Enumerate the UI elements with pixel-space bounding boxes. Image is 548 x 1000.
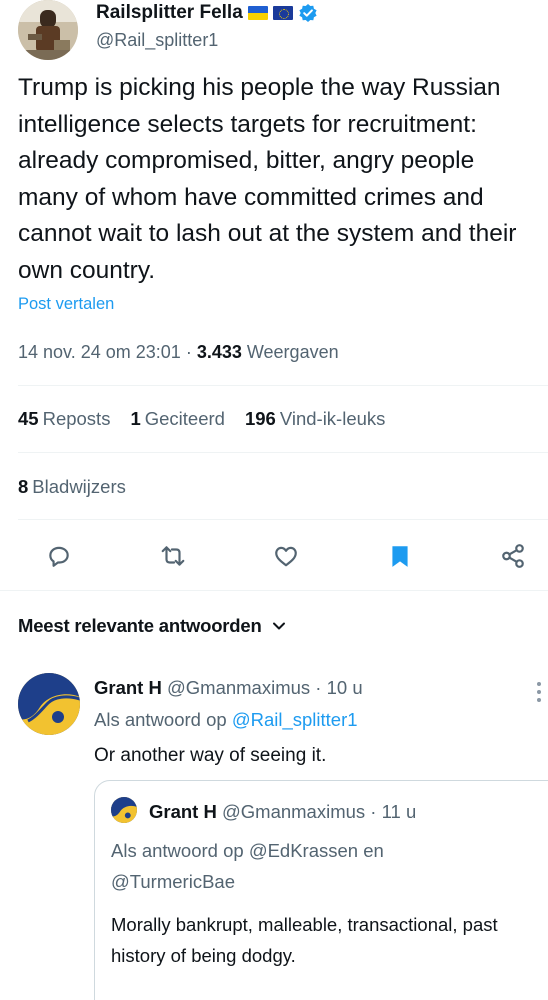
repost-button[interactable]: [157, 540, 189, 572]
quote-replying-to-2: @TurmericBae: [111, 871, 235, 892]
avatar-image: [18, 0, 78, 60]
author-handle[interactable]: @Rail_splitter1: [96, 30, 218, 51]
likes-count: 196: [244, 408, 276, 429]
replies-sort-dropdown[interactable]: Meest relevante antwoorden: [18, 615, 286, 637]
quote-replying-join: en: [363, 840, 384, 861]
tweet-text: Trump is picking his people the way Russ…: [18, 74, 517, 284]
bookmarks-label: Bladwijzers: [32, 476, 126, 497]
reply-time[interactable]: 10 u: [327, 677, 363, 698]
likes-stat[interactable]: 196 Vind-ik-leuks: [245, 408, 385, 430]
reply-avatar[interactable]: [18, 673, 80, 735]
meta-separator: ·: [185, 342, 197, 362]
quotes-stat[interactable]: 1 Geciteerd: [130, 408, 225, 430]
author-name[interactable]: Railsplitter Fella: [96, 2, 243, 24]
verified-badge-icon: [299, 4, 317, 22]
divider: [18, 519, 548, 520]
replies-sort-label: Meest relevante antwoorden: [18, 615, 262, 636]
quote-avatar: [111, 797, 137, 823]
bookmark-icon: [392, 546, 408, 567]
chevron-down-icon: [272, 622, 285, 630]
share-icon: [502, 544, 524, 568]
repost-icon: [161, 546, 185, 566]
reply-button[interactable]: [43, 540, 75, 572]
divider: [18, 385, 548, 386]
replying-prefix: Als antwoord op: [94, 709, 227, 730]
meta-separator: ·: [370, 801, 377, 822]
reply-author-name[interactable]: Grant H: [94, 677, 162, 698]
quote-replying-to: Als antwoord op @EdKrassen en @TurmericB…: [111, 835, 511, 897]
quotes-count: 1: [130, 408, 141, 429]
avatar-image: [18, 673, 80, 735]
quote-time: 11 u: [381, 801, 417, 822]
quote-replying-to-1: @EdKrassen: [248, 840, 359, 861]
reposts-label: Reposts: [42, 408, 111, 429]
views-label: Weergaven: [246, 342, 339, 362]
like-icon: [275, 546, 297, 567]
engagement-stats: 45 Reposts 1 Geciteerd 196 Vind-ik-leuks: [18, 408, 385, 430]
tweet-meta: 14 nov. 24 om 23:01 · 3.433 Weergaven: [18, 342, 339, 363]
quotes-label: Geciteerd: [144, 408, 225, 429]
reply-author-handle[interactable]: @Gmanmaximus: [167, 677, 310, 698]
eu-flag-icon: [272, 6, 293, 20]
tweet-timestamp[interactable]: 14 nov. 24 om 23:01: [18, 342, 181, 362]
quote-author-handle: @Gmanmaximus: [221, 801, 366, 822]
ukraine-flag-icon: [247, 6, 268, 20]
quoted-tweet-card[interactable]: Grant H @Gmanmaximus · 11 u Als antwoord…: [94, 780, 548, 1000]
meta-separator: ·: [315, 677, 322, 698]
avatar-image: [111, 797, 137, 823]
like-button[interactable]: [270, 540, 302, 572]
divider: [18, 452, 548, 453]
quote-header: Grant H @Gmanmaximus · 11 u: [149, 801, 416, 823]
quote-author-name: Grant H: [149, 801, 217, 822]
reposts-stat[interactable]: 45 Reposts: [18, 408, 110, 430]
tweet-action-bar: [0, 534, 548, 578]
author-name-row: Railsplitter Fella: [96, 2, 318, 24]
bookmarks-count: 8: [18, 476, 29, 497]
quote-replying-prefix: Als antwoord op: [111, 840, 244, 861]
translate-post-link[interactable]: Post vertalen: [18, 295, 114, 314]
more-options-icon[interactable]: [536, 681, 542, 703]
divider: [0, 590, 548, 591]
likes-label: Vind-ik-leuks: [279, 408, 386, 429]
replying-to-link[interactable]: @Rail_splitter1: [232, 709, 358, 730]
tweet-author-header: Railsplitter Fella @Rail_splitter1: [18, 0, 538, 60]
reply-text: Or another way of seeing it.: [94, 745, 327, 766]
replying-to: Als antwoord op @Rail_splitter1: [94, 709, 358, 731]
quote-text: Morally bankrupt, malleable, transaction…: [111, 914, 498, 966]
views-count: 3.433: [196, 342, 242, 362]
reply-icon: [49, 546, 69, 567]
reposts-count: 45: [18, 408, 39, 429]
share-button[interactable]: [497, 540, 529, 572]
bookmark-button[interactable]: [384, 540, 416, 572]
bookmarks-stat[interactable]: 8 Bladwijzers: [18, 476, 126, 498]
author-avatar[interactable]: [18, 0, 78, 60]
reply-header: Grant H @Gmanmaximus · 10 u: [94, 677, 363, 699]
